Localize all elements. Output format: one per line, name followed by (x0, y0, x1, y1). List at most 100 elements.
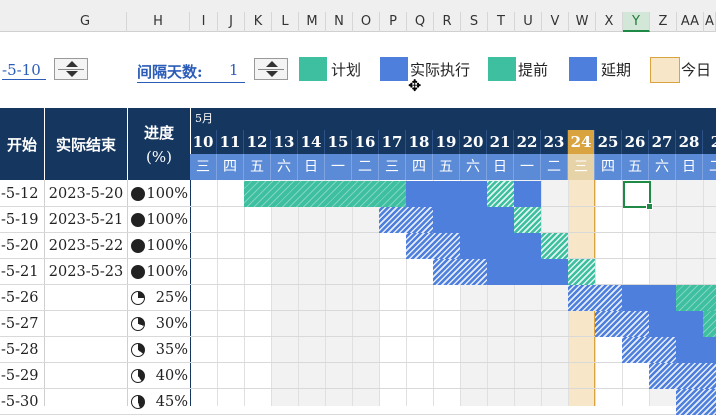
column-letter-X[interactable]: X (596, 12, 623, 32)
spinner-up-icon[interactable] (66, 61, 78, 67)
start-date-cell[interactable]: -5-26 (0, 285, 44, 311)
progress-cell[interactable]: 45% (146, 389, 188, 415)
progress-cell[interactable]: 40% (146, 363, 188, 389)
column-letter-N[interactable]: N (326, 12, 353, 32)
gantt-bar-early (514, 207, 541, 233)
start-date-cell[interactable]: -5-20 (0, 233, 44, 259)
column-letter-R[interactable]: R (434, 12, 461, 32)
column-header-bar: G H I J K L M N O P Q R S T U V W X Y Z AA A (0, 0, 716, 32)
actual-end-cell[interactable] (45, 337, 127, 363)
weekday-label: 一 (325, 154, 352, 180)
column-letter-T[interactable]: T (488, 12, 515, 32)
actual-end-cell[interactable] (45, 389, 127, 415)
gantt-bar-late (406, 233, 460, 259)
column-letter-AA[interactable]: AA (677, 12, 704, 32)
legend-label-4: 今日 (681, 61, 712, 79)
interval-value[interactable]: 1 (229, 61, 239, 79)
gantt-bar-actual (487, 259, 568, 285)
gantt-bar-late (379, 207, 433, 233)
weekday-label: 六 (460, 154, 487, 180)
day-number: 24 (568, 130, 595, 154)
day-number: 25 (595, 130, 622, 154)
column-letter-W[interactable]: W (569, 12, 596, 32)
legend-swatch-2 (488, 57, 516, 81)
month-label: 5月 (195, 112, 213, 125)
weekday-label: 四 (217, 154, 244, 180)
progress-cell[interactable]: 100% (146, 181, 188, 207)
gantt-bar-early (541, 233, 568, 259)
day-number: 14 (298, 130, 325, 154)
spinner-down-icon[interactable] (266, 71, 278, 77)
gantt-bar-actual (460, 233, 541, 259)
day-number: 26 (622, 130, 649, 154)
column-letter-P[interactable]: P (380, 12, 407, 32)
legend-label-0: 计划 (331, 61, 362, 79)
column-letter-Z[interactable]: Z (650, 12, 677, 32)
column-letter-V[interactable]: V (542, 12, 569, 32)
column-letter-O[interactable]: O (353, 12, 380, 32)
weekday-label: 五 (622, 154, 649, 180)
column-letter-G[interactable]: G (44, 12, 127, 32)
actual-end-cell[interactable] (45, 285, 127, 311)
progress-cell[interactable]: 25% (146, 285, 188, 311)
legend-swatch-1 (380, 57, 408, 81)
weekday-label: 日 (487, 154, 514, 180)
column-letter-S[interactable]: S (461, 12, 488, 32)
column-letter-A[interactable]: A (704, 12, 716, 32)
weekday-label: 三 (190, 154, 217, 180)
actual-end-column-header: 实际结束 (55, 136, 116, 154)
day-number: 11 (217, 130, 244, 154)
start-date-cell[interactable]: -5-21 (0, 259, 44, 285)
column-letter-M[interactable]: M (299, 12, 326, 32)
start-date-cell[interactable]: -5-19 (0, 207, 44, 233)
weekday-label: 五 (433, 154, 460, 180)
actual-end-cell[interactable] (45, 363, 127, 389)
weekday-label: 四 (595, 154, 622, 180)
start-column-header: 开始 (6, 136, 37, 154)
fill-handle[interactable] (646, 203, 653, 210)
gantt-bar-late (649, 363, 716, 389)
spinner-up-icon[interactable] (266, 61, 278, 67)
actual-end-cell[interactable] (45, 311, 127, 337)
gantt-bar-actual (433, 207, 514, 233)
progress-column-header: 进度 (143, 124, 174, 142)
start-date-cell[interactable]: -5-27 (0, 311, 44, 337)
progress-pie-icon (131, 343, 145, 357)
column-letter-L[interactable]: L (272, 12, 299, 32)
progress-cell[interactable]: 100% (146, 233, 188, 259)
column-letter-I[interactable]: I (190, 12, 218, 32)
actual-end-cell[interactable]: 2023-5-22 (45, 233, 127, 259)
start-date-cell[interactable]: -5-12 (0, 181, 44, 207)
actual-end-cell[interactable]: 2023-5-23 (45, 259, 127, 285)
progress-pie-icon (131, 317, 145, 331)
actual-end-cell[interactable]: 2023-5-21 (45, 207, 127, 233)
legend-label-2: 提前 (518, 61, 549, 79)
interval-label-text: 间隔天数: (137, 63, 203, 81)
start-date-cell[interactable]: -5-28 (0, 337, 44, 363)
day-number: 2 (703, 130, 716, 154)
weekday-label: 二 (541, 154, 568, 180)
day-number: 21 (487, 130, 514, 154)
gantt-bar-late (433, 259, 487, 285)
column-letter-U[interactable]: U (515, 12, 542, 32)
interval-spinner[interactable] (254, 58, 288, 80)
weekday-label: 三 (568, 154, 595, 180)
column-letter-K[interactable]: K (245, 12, 272, 32)
column-letter-Y[interactable]: Y (623, 12, 650, 32)
weekday-label: 日 (676, 154, 703, 180)
progress-cell[interactable]: 100% (146, 259, 188, 285)
start-date-cell[interactable]: -5-29 (0, 363, 44, 389)
column-letter-Q[interactable]: Q (407, 12, 434, 32)
selected-cell[interactable] (623, 181, 653, 210)
progress-cell[interactable]: 100% (146, 207, 188, 233)
start-date-spinner[interactable] (54, 58, 88, 80)
column-letter-J[interactable]: J (218, 12, 245, 32)
spinner-down-icon[interactable] (66, 71, 78, 77)
progress-cell[interactable]: 30% (146, 311, 188, 337)
start-date-value[interactable]: -5-10 (2, 61, 46, 80)
day-number: 15 (325, 130, 352, 154)
actual-end-cell[interactable]: 2023-5-20 (45, 181, 127, 207)
progress-cell[interactable]: 35% (146, 337, 188, 363)
start-date-cell[interactable]: -5-30 (0, 389, 44, 415)
column-letter-H[interactable]: H (127, 12, 190, 32)
